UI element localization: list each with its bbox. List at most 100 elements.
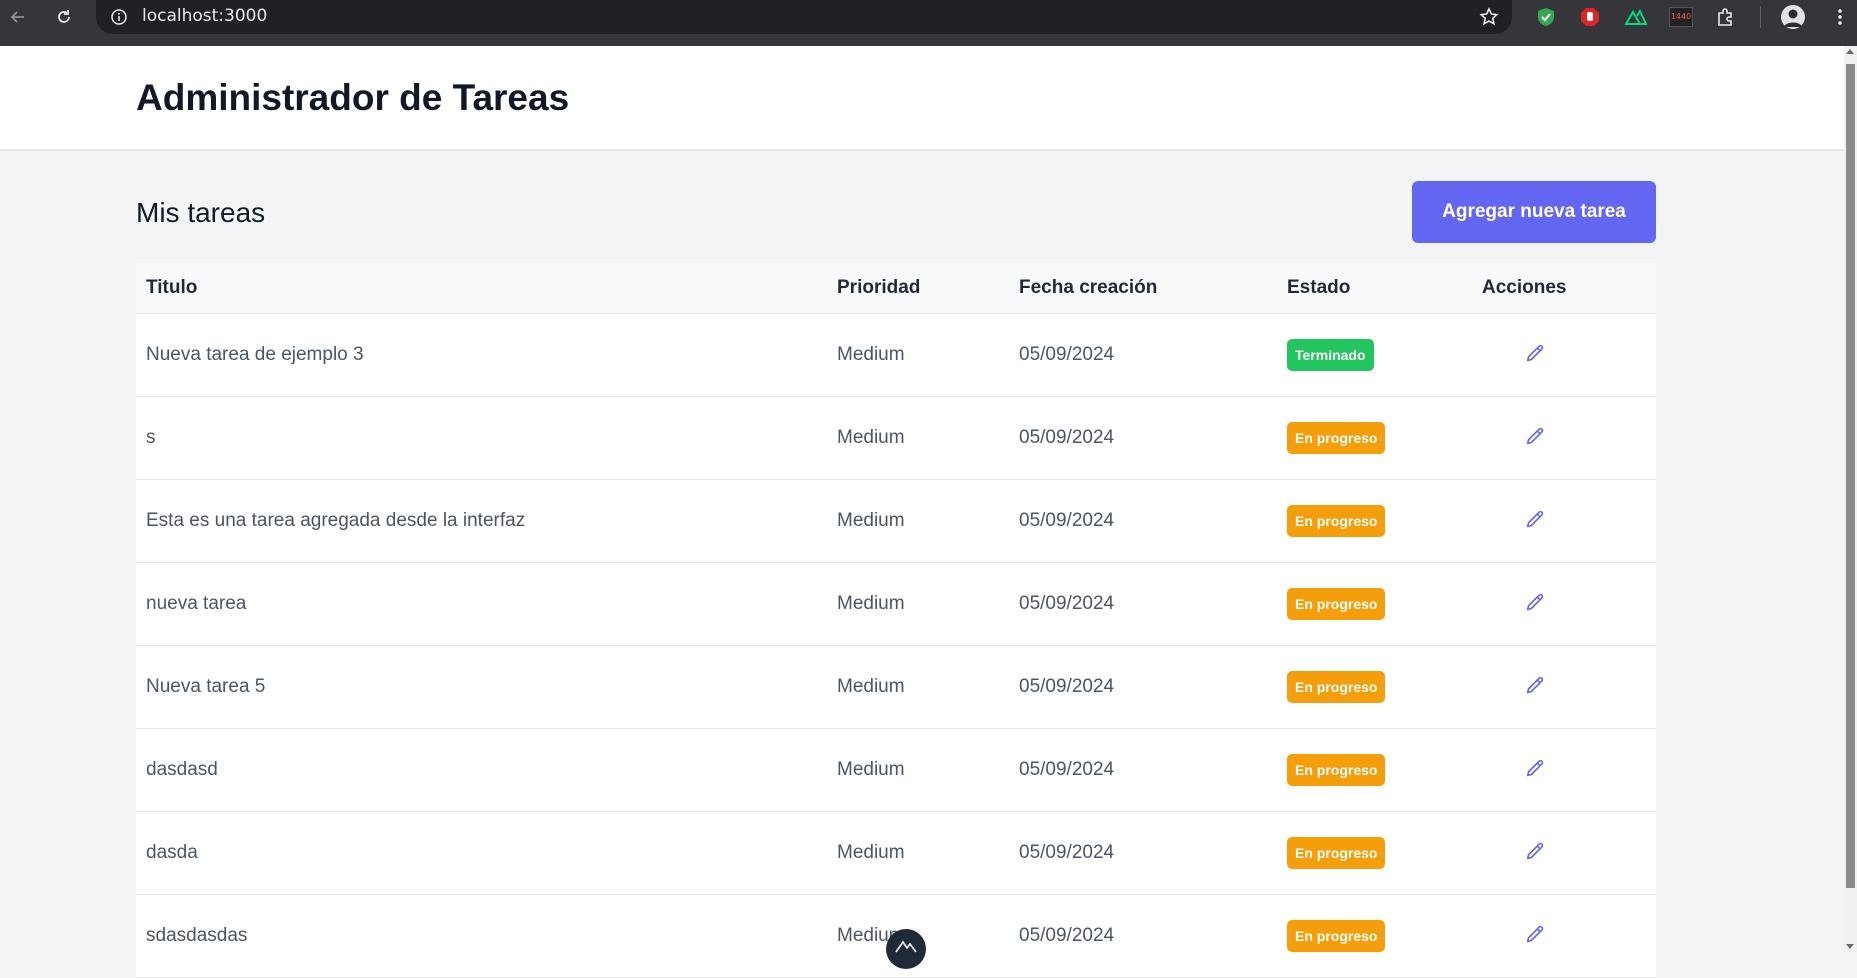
pencil-icon: [1526, 925, 1544, 943]
nuxt-extension-icon[interactable]: [1623, 4, 1649, 30]
task-status-cell: En progreso: [1277, 894, 1482, 977]
task-priority-cell: Medium: [837, 426, 905, 448]
back-icon: [10, 11, 24, 23]
task-priority-cell: Medium: [837, 675, 905, 697]
nuxt-devtools-button[interactable]: [886, 929, 926, 969]
edit-task-button[interactable]: [1519, 919, 1551, 951]
resolution-extension-icon[interactable]: 1440: [1668, 4, 1694, 30]
address-bar[interactable]: localhost:3000: [96, 0, 1512, 34]
adblock-extension-icon[interactable]: [1577, 4, 1603, 30]
edit-task-button[interactable]: [1519, 504, 1551, 536]
puzzle-icon[interactable]: [1712, 4, 1738, 30]
pencil-icon: [1526, 344, 1544, 362]
task-status-cell: En progreso: [1277, 562, 1482, 645]
edit-task-button[interactable]: [1519, 587, 1551, 619]
task-actions-cell: [1482, 396, 1656, 479]
kebab-menu-icon[interactable]: [1827, 4, 1853, 30]
table-row: dasda Medium 05/09/2024 En progreso: [136, 811, 1656, 894]
mountain-icon: [895, 940, 917, 953]
status-badge: En progreso: [1287, 670, 1386, 703]
table-row: Nueva tarea 5 Medium 05/09/2024 En progreso: [136, 645, 1656, 728]
task-status-cell: En progreso: [1277, 479, 1482, 562]
browser-toolbar: localhost:3000 1440: [0, 0, 1857, 46]
task-title-cell: s: [146, 426, 156, 448]
scroll-down-arrow-icon[interactable]: [1846, 944, 1854, 949]
task-date-cell: 05/09/2024: [1019, 924, 1115, 946]
task-date-cell: 05/09/2024: [1019, 509, 1115, 531]
status-badge: En progreso: [1287, 421, 1386, 454]
column-header-date: Fecha creación: [1019, 276, 1158, 298]
edit-task-button[interactable]: [1519, 338, 1551, 370]
task-priority-cell: Medium: [837, 343, 905, 365]
status-badge: En progreso: [1287, 919, 1386, 952]
url-text[interactable]: localhost:3000: [142, 0, 267, 33]
column-header-title: Titulo: [146, 276, 198, 298]
reload-icon: [58, 10, 70, 23]
status-badge: En progreso: [1287, 836, 1386, 869]
task-actions-cell: [1482, 479, 1656, 562]
pencil-icon: [1526, 427, 1544, 445]
column-header-status: Estado: [1287, 276, 1351, 298]
task-status-cell: En progreso: [1277, 645, 1482, 728]
edit-task-button[interactable]: [1519, 836, 1551, 868]
reload-button[interactable]: [46, 0, 82, 34]
task-date-cell: 05/09/2024: [1019, 758, 1115, 780]
task-status-cell: Terminado: [1277, 313, 1482, 396]
scroll-up-arrow-icon[interactable]: [1846, 49, 1854, 54]
shield-extension-icon[interactable]: [1533, 4, 1559, 30]
task-title-cell: nueva tarea: [146, 592, 247, 614]
task-priority-cell: Medium: [837, 758, 905, 780]
pencil-icon: [1526, 759, 1544, 777]
task-title-cell: dasda: [146, 841, 198, 863]
status-badge: En progreso: [1287, 587, 1386, 620]
edit-task-button[interactable]: [1519, 670, 1551, 702]
task-status-cell: En progreso: [1277, 396, 1482, 479]
task-title-cell: Nueva tarea de ejemplo 3: [146, 343, 364, 365]
scrollbar-thumb[interactable]: [1846, 64, 1855, 888]
column-header-priority: Prioridad: [837, 276, 921, 298]
star-icon[interactable]: [1478, 6, 1500, 28]
task-date-cell: 05/09/2024: [1019, 426, 1115, 448]
task-priority-cell: Medium: [837, 509, 905, 531]
task-title-cell: Esta es una tarea agregada desde la inte…: [146, 509, 526, 531]
task-priority-cell: Medium: [837, 592, 905, 614]
task-date-cell: 05/09/2024: [1019, 343, 1115, 365]
task-actions-cell: [1482, 645, 1656, 728]
table-row: dasdasd Medium 05/09/2024 En progreso: [136, 728, 1656, 811]
task-title-cell: dasdasd: [146, 758, 218, 780]
pencil-icon: [1526, 510, 1544, 528]
toolbar-divider: [1760, 6, 1761, 28]
task-actions-cell: [1482, 894, 1656, 977]
table-row: Nueva tarea de ejemplo 3 Medium 05/09/2024…: [136, 313, 1656, 396]
section-title: Mis tareas: [136, 197, 266, 228]
app-header: Administrador de Tareas: [0, 46, 1844, 151]
table-body: Nueva tarea de ejemplo 3 Medium 05/09/2024…: [136, 313, 1656, 977]
edit-task-button[interactable]: [1519, 753, 1551, 785]
page-scrollbar[interactable]: [1844, 46, 1857, 952]
task-date-cell: 05/09/2024: [1019, 675, 1115, 697]
status-badge: Terminado: [1287, 338, 1374, 371]
task-priority-cell: Medium: [837, 841, 905, 863]
task-date-cell: 05/09/2024: [1019, 592, 1115, 614]
info-icon[interactable]: [110, 8, 128, 26]
task-table: Titulo Prioridad Fecha creación Estado A…: [136, 263, 1656, 978]
pencil-icon: [1526, 676, 1544, 694]
task-actions-cell: [1482, 562, 1656, 645]
table-header-row: Titulo Prioridad Fecha creación Estado A…: [136, 263, 1656, 313]
pencil-icon: [1526, 842, 1544, 860]
status-badge: En progreso: [1287, 504, 1386, 537]
task-actions-cell: [1482, 811, 1656, 894]
table-row: nueva tarea Medium 05/09/2024 En progreso: [136, 562, 1656, 645]
table-row: Esta es una tarea agregada desde la inte…: [136, 479, 1656, 562]
add-task-button[interactable]: Agregar nueva tarea: [1412, 181, 1656, 243]
task-status-cell: En progreso: [1277, 811, 1482, 894]
column-header-actions: Acciones: [1482, 276, 1567, 298]
edit-task-button[interactable]: [1519, 421, 1551, 453]
task-status-cell: En progreso: [1277, 728, 1482, 811]
profile-avatar[interactable]: [1780, 4, 1806, 30]
status-badge: En progreso: [1287, 753, 1386, 786]
task-actions-cell: [1482, 313, 1656, 396]
app-title: Administrador de Tareas: [136, 77, 570, 118]
pencil-icon: [1526, 593, 1544, 611]
back-button[interactable]: [0, 0, 36, 34]
